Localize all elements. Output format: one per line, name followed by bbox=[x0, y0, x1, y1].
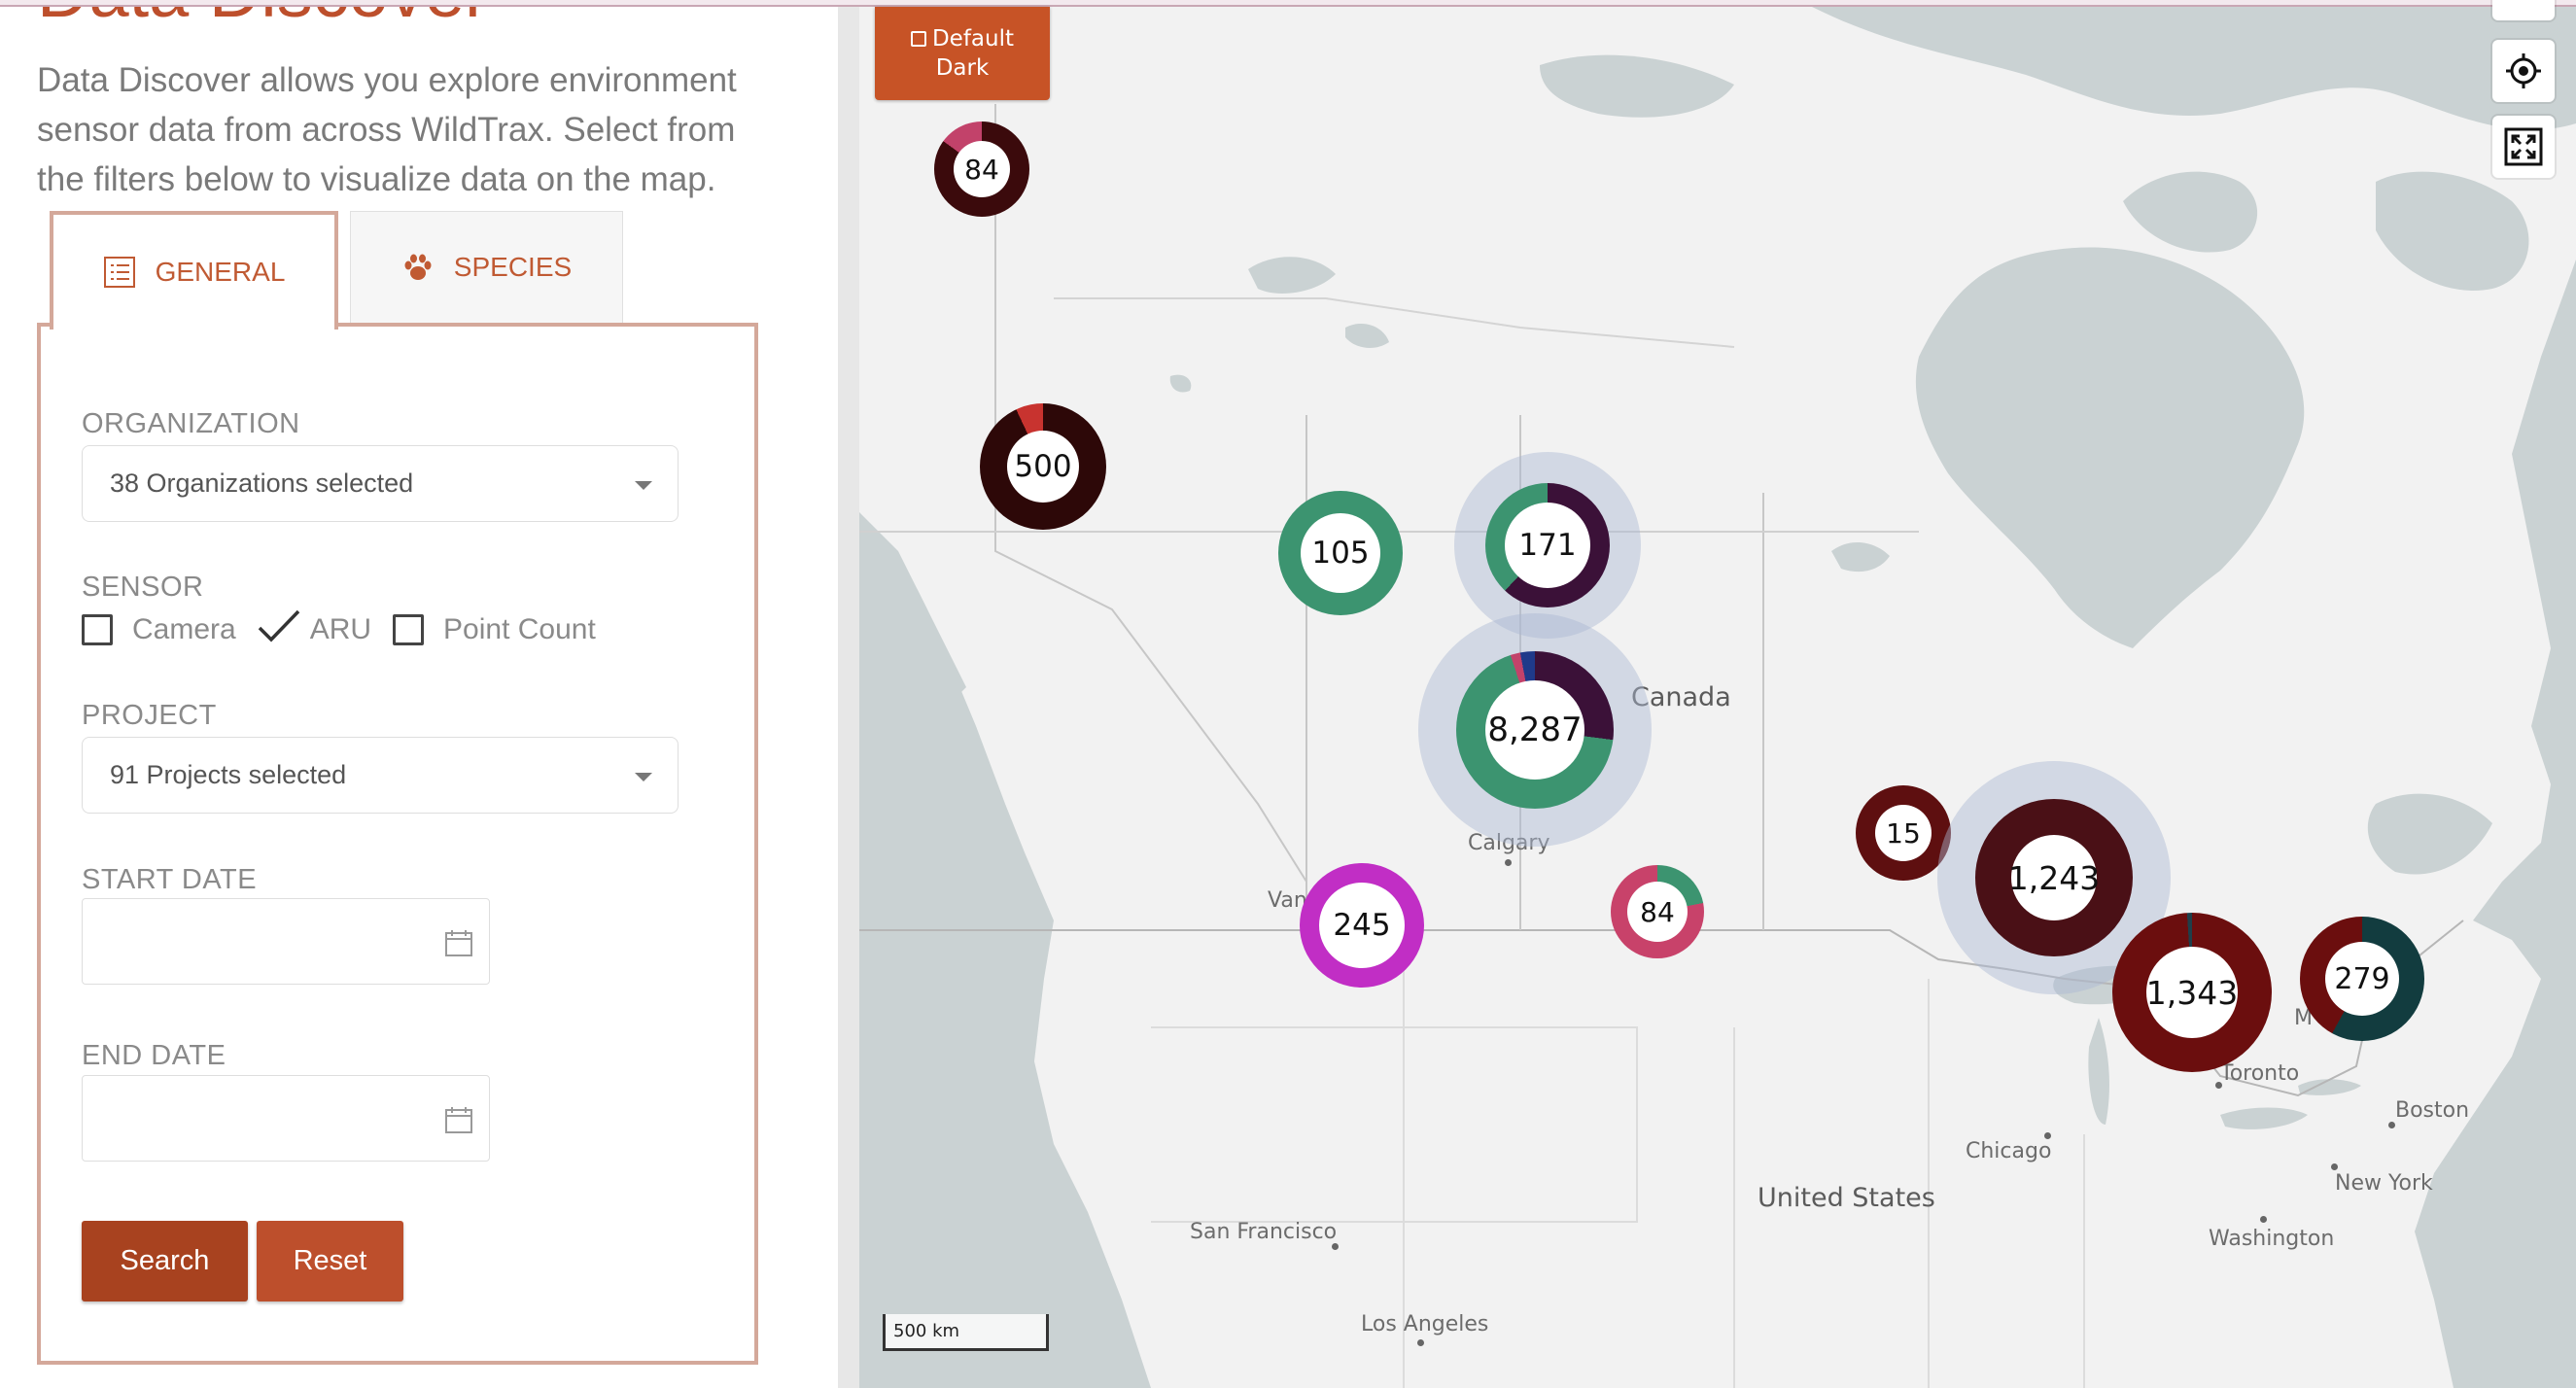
cluster-count: 500 bbox=[1007, 431, 1079, 503]
label-boston: Boston bbox=[2395, 1098, 2470, 1123]
style-label-default: Default bbox=[931, 26, 1015, 52]
city-dot-san-francisco bbox=[1332, 1243, 1339, 1250]
checkmark-icon[interactable] bbox=[258, 608, 300, 651]
city-dot-los-angeles bbox=[1417, 1339, 1424, 1346]
label-washington: Washington bbox=[2209, 1227, 2335, 1251]
city-dot-toronto bbox=[2215, 1082, 2222, 1089]
tab-general-label: GENERAL bbox=[155, 257, 286, 287]
zoom-control[interactable] bbox=[2492, 0, 2555, 20]
camera-checkbox[interactable] bbox=[82, 614, 113, 645]
sensor-point-count-option[interactable]: Point Count bbox=[393, 613, 596, 646]
cluster-count: 84 bbox=[1627, 882, 1688, 942]
organization-value: 38 Organizations selected bbox=[110, 468, 414, 498]
project-label: PROJECT bbox=[82, 700, 217, 731]
map-canvas[interactable]: Canada United States Calgary Van Toronto… bbox=[859, 0, 2576, 1388]
reset-button[interactable]: Reset bbox=[257, 1221, 403, 1301]
organization-label: ORGANIZATION bbox=[82, 408, 300, 439]
cluster-count: 279 bbox=[2325, 942, 2399, 1016]
list-icon bbox=[103, 256, 136, 289]
project-value: 91 Projects selected bbox=[110, 760, 347, 789]
chevron-down-icon bbox=[635, 773, 652, 781]
label-toronto: Toronto bbox=[2220, 1061, 2300, 1086]
sensor-aru-option[interactable]: ARU bbox=[258, 608, 371, 651]
point-count-label: Point Count bbox=[443, 613, 596, 645]
organization-select[interactable]: 38 Organizations selected bbox=[82, 445, 679, 522]
sensor-options: Camera ARU Point Count bbox=[82, 608, 617, 651]
calendar-icon[interactable] bbox=[444, 1105, 473, 1139]
intro-text: Data Discover allows you explore environ… bbox=[37, 61, 737, 198]
city-dot-boston bbox=[2388, 1122, 2395, 1128]
chevron-down-icon bbox=[635, 481, 652, 490]
point-count-checkbox[interactable] bbox=[393, 614, 425, 645]
cluster-marker[interactable]: 15 bbox=[1856, 785, 1951, 881]
crosshair-icon bbox=[2504, 52, 2543, 90]
cluster-count: 84 bbox=[954, 141, 1010, 197]
checkbox-icon bbox=[910, 31, 926, 47]
aru-label: ARU bbox=[309, 613, 372, 645]
camera-label: Camera bbox=[132, 613, 236, 645]
cluster-count: 15 bbox=[1875, 805, 1932, 861]
cluster-marker[interactable]: 171 bbox=[1485, 483, 1610, 607]
scale-label: 500 km bbox=[893, 1321, 960, 1341]
cluster-marker[interactable]: 500 bbox=[980, 403, 1106, 530]
scale-bar: 500 km bbox=[883, 1314, 1049, 1351]
project-select[interactable]: 91 Projects selected bbox=[82, 737, 679, 814]
cluster-marker[interactable]: 245 bbox=[1300, 863, 1424, 988]
cluster-count: 8,287 bbox=[1485, 680, 1584, 780]
sensor-camera-option[interactable]: Camera bbox=[82, 613, 236, 646]
tab-species[interactable]: SPECIES bbox=[350, 211, 623, 323]
expand-icon bbox=[2504, 127, 2543, 166]
browser-top-edge bbox=[0, 0, 2576, 7]
basemap-style-button[interactable]: Default Dark bbox=[875, 7, 1050, 100]
cluster-marker[interactable]: 279 bbox=[2300, 917, 2424, 1041]
cluster-count: 1,343 bbox=[2146, 947, 2238, 1038]
locate-button[interactable] bbox=[2492, 40, 2555, 102]
city-dot-chicago bbox=[2044, 1132, 2051, 1139]
city-dot-calgary bbox=[1505, 859, 1512, 866]
tab-species-label: SPECIES bbox=[453, 252, 573, 282]
fullscreen-button[interactable] bbox=[2492, 116, 2555, 178]
calendar-icon[interactable] bbox=[444, 928, 473, 962]
paw-icon bbox=[401, 251, 435, 284]
label-new-york: New York bbox=[2335, 1171, 2433, 1196]
label-canada: Canada bbox=[1631, 682, 1731, 712]
tab-general[interactable]: GENERAL bbox=[50, 211, 338, 330]
label-calgary: Calgary bbox=[1468, 831, 1550, 855]
cluster-marker[interactable]: 105 bbox=[1278, 491, 1403, 615]
general-filter-panel: ORGANIZATION 38 Organizations selected S… bbox=[37, 323, 758, 1365]
cluster-marker[interactable]: 8,287 bbox=[1456, 651, 1614, 809]
label-chicago: Chicago bbox=[1966, 1139, 2052, 1163]
sensor-label: SENSOR bbox=[82, 572, 204, 603]
cluster-count: 245 bbox=[1319, 883, 1405, 968]
label-los-angeles: Los Angeles bbox=[1361, 1312, 1489, 1336]
cluster-marker[interactable]: 84 bbox=[1611, 865, 1704, 958]
label-san-francisco: San Francisco bbox=[1190, 1220, 1338, 1244]
cluster-marker[interactable]: 84 bbox=[934, 121, 1029, 217]
label-united-states: United States bbox=[1758, 1183, 1935, 1213]
cluster-count: 171 bbox=[1505, 503, 1590, 588]
cluster-count: 1,243 bbox=[2008, 835, 2100, 920]
page-title: Data Discover bbox=[37, 7, 489, 33]
cluster-count: 105 bbox=[1301, 513, 1380, 593]
end-date-label: END DATE bbox=[82, 1040, 226, 1071]
start-date-input[interactable] bbox=[82, 898, 490, 985]
city-dot-washington bbox=[2260, 1216, 2267, 1223]
cluster-marker[interactable]: 1,343 bbox=[2112, 913, 2272, 1072]
start-date-label: START DATE bbox=[82, 864, 258, 895]
cluster-marker[interactable]: 1,243 bbox=[1975, 799, 2133, 956]
filter-sidebar: Data Discover Data Discover allows you e… bbox=[0, 7, 838, 1388]
search-button[interactable]: Search bbox=[82, 1221, 248, 1301]
style-label-dark: Dark bbox=[935, 55, 990, 81]
map-gutter bbox=[838, 7, 859, 1388]
city-dot-new-york bbox=[2331, 1163, 2338, 1170]
end-date-input[interactable] bbox=[82, 1075, 490, 1162]
